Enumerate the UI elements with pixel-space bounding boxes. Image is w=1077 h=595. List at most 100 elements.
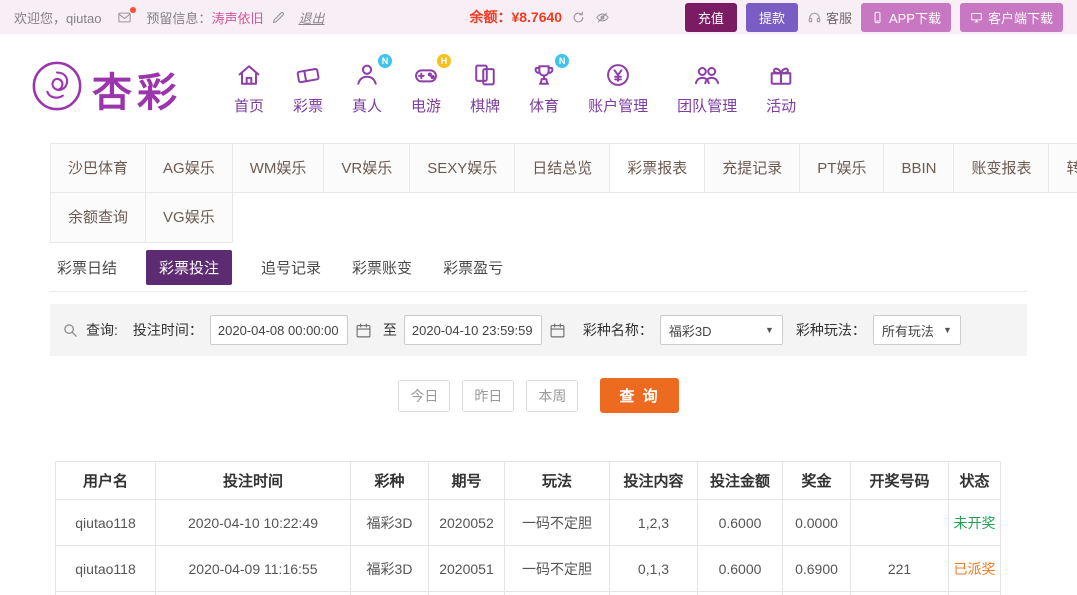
cell-username: qiutao118	[56, 500, 156, 546]
cell-play: 一码不定胆	[505, 500, 610, 546]
report-tabs-row-2: 余额查询 VG娱乐	[50, 193, 1027, 243]
subtab-lottery-bets[interactable]: 彩票投注	[146, 250, 232, 285]
headset-icon	[807, 10, 822, 25]
subtab-lottery-account-change[interactable]: 彩票账变	[350, 250, 414, 285]
withdraw-button[interactable]: 提款	[746, 3, 798, 32]
lottery-name-label: 彩种名称：	[583, 320, 653, 340]
subtab-lottery-daily[interactable]: 彩票日结	[55, 250, 119, 285]
col-draw-number: 开奖号码	[851, 462, 949, 500]
cell-content: 0,1,3	[610, 546, 698, 592]
search-button[interactable]: 查 询	[600, 378, 678, 413]
today-button[interactable]: 今日	[398, 380, 450, 412]
deposit-button[interactable]: 充值	[685, 3, 737, 32]
nav-item-home[interactable]: 首页	[234, 61, 264, 116]
calendar-icon-end[interactable]	[549, 322, 566, 339]
cell-lottery: 福彩3D	[351, 500, 429, 546]
play-type-label: 彩种玩法：	[796, 320, 866, 340]
bet-time-label: 投注时间：	[133, 320, 203, 340]
cell-amount: 0.6000	[698, 500, 783, 546]
search-icon	[62, 322, 79, 339]
col-lottery: 彩种	[351, 462, 429, 500]
table-row: qiutao118 2020-04-10 10:22:49 福彩3D 20200…	[56, 500, 1001, 546]
start-time-input[interactable]	[210, 315, 348, 345]
end-time-input[interactable]	[404, 315, 542, 345]
client-download-button[interactable]: 客户端下载	[960, 3, 1063, 32]
table-row: qiutao118 2020-04-09 11:16:55 福彩3D 20200…	[56, 546, 1001, 592]
calendar-icon-start[interactable]	[355, 322, 372, 339]
tab-ag[interactable]: AG娱乐	[146, 143, 233, 193]
nav-item-sports[interactable]: N 体育	[529, 61, 559, 116]
edit-icon[interactable]	[271, 10, 286, 25]
refresh-icon[interactable]	[571, 10, 586, 25]
col-play: 玩法	[505, 462, 610, 500]
gamepad-icon: H	[412, 61, 440, 89]
logo-text: 杏彩	[92, 60, 182, 118]
chevron-down-icon: ▼	[765, 325, 774, 335]
reserved-info-label: 预留信息：	[146, 8, 211, 27]
quick-buttons-row: 今日 昨日 本周 查 询	[50, 378, 1027, 413]
bets-table: 用户名 投注时间 彩种 期号 玩法 投注内容 投注金额 奖金 开奖号码 状态 q…	[55, 461, 1001, 595]
subtab-lottery-profit[interactable]: 彩票盈亏	[441, 250, 505, 285]
app-download-button[interactable]: APP下载	[861, 3, 951, 32]
subtab-chase-records[interactable]: 追号记录	[259, 250, 323, 285]
cell-prize: 0.0000	[783, 500, 851, 546]
tab-balance-query[interactable]: 余额查询	[50, 193, 146, 243]
team-icon	[693, 61, 721, 89]
cell-draw-number	[851, 500, 949, 546]
col-username: 用户名	[56, 462, 156, 500]
tab-saba-sports[interactable]: 沙巴体育	[50, 143, 146, 193]
tab-vr[interactable]: VR娱乐	[324, 143, 410, 193]
gift-icon	[767, 61, 795, 89]
to-label: 至	[383, 320, 397, 340]
tab-pt[interactable]: PT娱乐	[800, 143, 884, 193]
nav-item-egames[interactable]: H 电游	[411, 61, 441, 116]
lottery-name-select[interactable]: 福彩3D ▼	[660, 315, 783, 345]
home-icon	[235, 61, 263, 89]
col-prize: 奖金	[783, 462, 851, 500]
mail-icon[interactable]	[117, 10, 132, 25]
site-logo[interactable]: 杏彩	[30, 59, 182, 118]
tab-lottery-report[interactable]: 彩票报表	[610, 143, 705, 193]
logout-link[interactable]: 退出	[298, 8, 324, 27]
main-nav: 首页 彩票 N 真人 H 电游	[234, 61, 796, 116]
tab-account-change-report[interactable]: 账变报表	[954, 143, 1049, 193]
nav-item-team-management[interactable]: 团队管理	[677, 61, 737, 116]
main-content: 沙巴体育 AG娱乐 WM娱乐 VR娱乐 SEXY娱乐 日结总览 彩票报表 充提记…	[0, 143, 1077, 595]
nav-item-account-management[interactable]: 账户管理	[588, 61, 648, 116]
col-issue: 期号	[429, 462, 505, 500]
col-amount: 投注金额	[698, 462, 783, 500]
ticket-icon	[294, 61, 322, 89]
tab-deposit-withdraw-records[interactable]: 充提记录	[705, 143, 800, 193]
monitor-icon	[970, 11, 983, 24]
logo-icon	[30, 59, 84, 118]
cards-icon	[471, 61, 499, 89]
tab-daily-summary[interactable]: 日结总览	[515, 143, 610, 193]
balance-text: 余额：¥8.7640	[469, 7, 562, 27]
yesterday-button[interactable]: 昨日	[462, 380, 514, 412]
this-week-button[interactable]: 本周	[526, 380, 578, 412]
query-label: 查询:	[86, 320, 118, 340]
subtabs-wrap: 彩票日结 彩票投注 追号记录 彩票账变 彩票盈亏	[50, 243, 1027, 292]
tab-bbin[interactable]: BBIN	[884, 143, 954, 193]
cell-username: qiutao118	[56, 546, 156, 592]
play-type-select[interactable]: 所有玩法 ▼	[873, 315, 961, 345]
report-tabs-row-1: 沙巴体育 AG娱乐 WM娱乐 VR娱乐 SEXY娱乐 日结总览 彩票报表 充提记…	[50, 143, 1027, 193]
tab-transfer-report[interactable]: 转账报表	[1049, 143, 1077, 193]
status-badge: 未开奖	[949, 500, 1001, 546]
nav-item-live[interactable]: N 真人	[352, 61, 382, 116]
cell-prize: 0.6900	[783, 546, 851, 592]
cell-issue: 2020051	[429, 546, 505, 592]
nav-item-activity[interactable]: 活动	[766, 61, 796, 116]
tab-wm[interactable]: WM娱乐	[233, 143, 325, 193]
reserved-info-value: 涛声依旧	[211, 8, 263, 27]
tab-sexy[interactable]: SEXY娱乐	[410, 143, 515, 193]
nav-item-chess[interactable]: 棋牌	[470, 61, 500, 116]
customer-service-button[interactable]: 客服	[807, 8, 852, 27]
tab-vg[interactable]: VG娱乐	[146, 193, 233, 243]
query-bar: 查询: 投注时间： 至 彩种名称： 福彩3D ▼ 彩种玩法： 所有玩法 ▼	[50, 304, 1027, 356]
eye-off-icon[interactable]	[595, 10, 610, 25]
cell-lottery: 福彩3D	[351, 546, 429, 592]
col-bet-time: 投注时间	[156, 462, 351, 500]
table-header-row: 用户名 投注时间 彩种 期号 玩法 投注内容 投注金额 奖金 开奖号码 状态	[56, 462, 1001, 500]
nav-item-lottery[interactable]: 彩票	[293, 61, 323, 116]
